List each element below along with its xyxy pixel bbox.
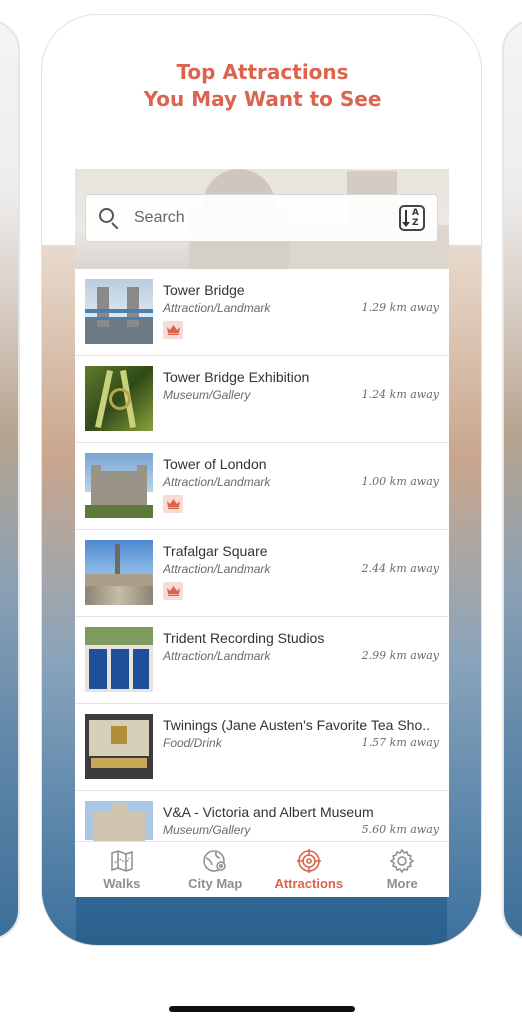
tab-walks[interactable]: Walks [75, 842, 169, 897]
attraction-name: Tower of London [163, 456, 267, 472]
tab-more[interactable]: More [356, 842, 450, 897]
map-icon [111, 850, 133, 872]
attraction-name: Trident Recording Studios [163, 630, 325, 646]
attraction-category: Food/Drink [163, 736, 222, 750]
list-item[interactable]: Tower Bridge Attraction/Landmark 1.29 km… [75, 269, 449, 356]
attraction-distance: 1.00 km away [361, 475, 439, 488]
gear-icon [389, 849, 415, 873]
headline-line-1: Top Attractions [176, 60, 349, 84]
attraction-name: Tower Bridge Exhibition [163, 369, 310, 385]
tower-bridge-thumbnail [85, 279, 153, 344]
list-item[interactable]: Trafalgar Square Attraction/Landmark 2.4… [75, 530, 449, 617]
attraction-name: Twinings (Jane Austen's Favorite Tea Sho… [163, 717, 431, 733]
attraction-category: Attraction/Landmark [163, 301, 271, 315]
list-item[interactable]: Tower Bridge Exhibition Museum/Gallery 1… [75, 356, 449, 443]
search-bar[interactable]: Search AZ [85, 194, 438, 242]
attraction-distance: 5.60 km away [361, 823, 439, 836]
tab-attractions[interactable]: Attractions [262, 842, 356, 897]
adjacent-screenshot-left [0, 20, 20, 940]
tab-city-map[interactable]: City Map [169, 842, 263, 897]
crown-icon [166, 586, 180, 596]
list-item[interactable]: Tower of London Attraction/Landmark 1.00… [75, 443, 449, 530]
app-screen: Search AZ Tower Bridge Attraction/Landma… [75, 169, 449, 897]
home-indicator[interactable] [169, 1006, 355, 1012]
phone-frame: Top Attractions You May Want to See Sear… [41, 14, 482, 946]
attraction-category: Attraction/Landmark [163, 475, 271, 489]
adjacent-screenshot-right [502, 20, 522, 940]
featured-badge [163, 321, 183, 339]
attraction-distance: 2.99 km away [361, 649, 439, 662]
trident-studios-thumbnail [85, 627, 153, 692]
attraction-distance: 2.44 km away [361, 562, 439, 575]
attraction-category: Attraction/Landmark [163, 562, 271, 576]
list-item[interactable]: Twinings (Jane Austen's Favorite Tea Sho… [75, 704, 449, 791]
search-input[interactable]: Search [134, 209, 399, 227]
app-store-screenshot: Top Attractions You May Want to See Sear… [0, 0, 522, 1024]
tab-label: Walks [103, 876, 141, 891]
twinings-thumbnail [85, 714, 153, 779]
search-icon [98, 207, 120, 230]
attraction-category: Attraction/Landmark [163, 649, 271, 663]
featured-badge [163, 582, 183, 600]
crown-icon [166, 325, 180, 335]
trafalgar-square-thumbnail [85, 540, 153, 605]
sort-az-icon[interactable]: AZ [399, 205, 425, 231]
headline-line-2: You May Want to See [143, 87, 382, 111]
globe-pin-icon [203, 850, 226, 872]
attraction-name: Tower Bridge [163, 282, 245, 298]
attraction-distance: 1.24 km away [361, 388, 439, 401]
crown-icon [166, 499, 180, 509]
attraction-name: Trafalgar Square [163, 543, 268, 559]
hero-banner: Search AZ [75, 169, 449, 269]
attraction-name: V&A - Victoria and Albert Museum [163, 804, 374, 820]
attraction-distance: 1.57 km away [361, 736, 439, 749]
bottom-tab-bar: Walks City Map Attractions More [75, 841, 449, 897]
background-image-right [447, 245, 481, 945]
target-icon [296, 849, 321, 873]
tower-bridge-exhibition-thumbnail [85, 366, 153, 431]
background-image-left [42, 245, 76, 945]
list-item[interactable]: Trident Recording Studios Attraction/Lan… [75, 617, 449, 704]
attraction-distance: 1.29 km away [361, 301, 439, 314]
featured-badge [163, 495, 183, 513]
promo-headline: Top Attractions You May Want to See [42, 59, 481, 113]
tab-label: Attractions [274, 876, 344, 891]
attraction-category: Museum/Gallery [163, 388, 251, 402]
attraction-category: Museum/Gallery [163, 823, 251, 837]
tower-of-london-thumbnail [85, 453, 153, 518]
attractions-list: Tower Bridge Attraction/Landmark 1.29 km… [75, 269, 449, 878]
tab-label: More [386, 876, 418, 891]
tab-label: City Map [188, 876, 243, 891]
